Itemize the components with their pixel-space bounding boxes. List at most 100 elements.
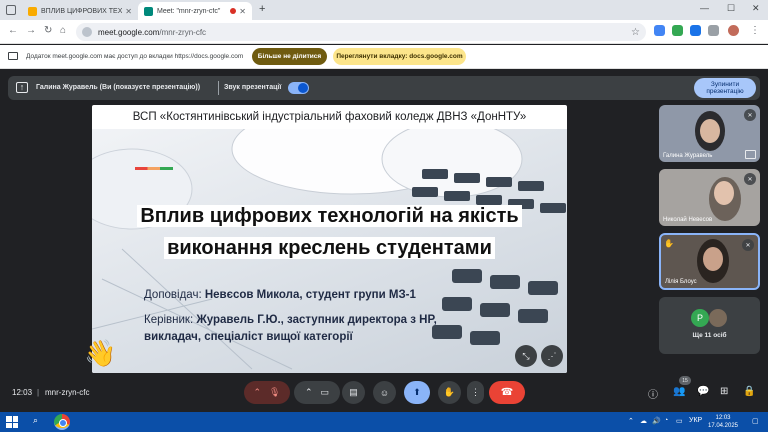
battery-icon[interactable]: ▭ xyxy=(676,417,683,425)
waving-hand-icon: 👋 xyxy=(84,338,117,368)
activities-icon[interactable]: ⊞ xyxy=(720,386,728,397)
reload-icon[interactable]: ↻ xyxy=(44,25,52,36)
windows-taskbar: ⌕ ⌃ ☁ 🔊 ◔ ▭ УКР 12:03 17.04.2025 ▢ xyxy=(0,412,768,432)
back-icon[interactable]: ← xyxy=(8,25,18,36)
participant-face xyxy=(700,119,720,143)
end-call-icon: ☎ xyxy=(500,387,514,398)
presentation-sound-label: Звук презентації xyxy=(224,84,282,91)
meeting-time: 12:03 xyxy=(12,388,33,397)
people-icon[interactable]: 👥 xyxy=(673,386,685,397)
presentation-sound-toggle[interactable] xyxy=(288,82,309,94)
url-bar[interactable]: meet.google.com/mnr-zryn-cfc ☆ xyxy=(76,23,646,41)
stop-sharing-button[interactable]: Більше не ділитися xyxy=(252,48,327,65)
clock-date: 17.04.2025 xyxy=(707,423,739,429)
tab-meet[interactable]: Meet: "mnr-zryn-cfc" ✕ xyxy=(138,2,252,20)
plus-icon[interactable]: + xyxy=(259,3,265,15)
profile-avatar[interactable] xyxy=(728,25,739,36)
extension-icon[interactable] xyxy=(690,25,701,36)
meeting-info-icon[interactable]: ⓘ xyxy=(648,386,658,401)
tray-chevron-icon[interactable]: ⌃ xyxy=(628,417,634,425)
chevron-up-icon[interactable]: ⌃ xyxy=(254,387,262,398)
screen-share-icon xyxy=(8,52,18,60)
captions-icon: ▤ xyxy=(349,387,358,397)
windows-start-icon[interactable] xyxy=(6,416,18,428)
more-participants-label: Ще 11 осіб xyxy=(692,332,727,339)
wifi-icon[interactable]: ◔ xyxy=(664,417,668,424)
raise-hand-button[interactable]: ✋ xyxy=(438,381,461,404)
presentation-bar: ↑ Галина Журавель (Ви (показуєте презент… xyxy=(8,76,760,100)
search-icon[interactable]: ⌕ xyxy=(33,415,38,426)
meeting-code: mnr-zryn-cfc xyxy=(45,388,90,397)
slide-supervisor: Керівник: Журавель Г.Ю., заступник дирек… xyxy=(144,314,437,326)
supervisor-value: Журавель Г.Ю., заступник директора з НР, xyxy=(196,314,437,326)
notifications-icon[interactable]: ▢ xyxy=(752,417,759,425)
close-tab-icon[interactable]: ✕ xyxy=(239,7,246,16)
participant-tile[interactable]: ✕ Галина Журавель xyxy=(659,105,760,162)
meta-divider: | xyxy=(37,388,40,397)
more-menu-icon[interactable]: ⋮ xyxy=(750,25,760,36)
participant-name: Галина Журавель xyxy=(663,153,713,159)
chevron-up-icon[interactable]: ⌃ xyxy=(305,387,313,398)
participant-tile[interactable]: ✕ Николай Невесов xyxy=(659,169,760,226)
speaker-value: Невєсов Микола, студент групи МЗ-1 xyxy=(204,289,416,301)
extension-icon[interactable] xyxy=(672,25,683,36)
chrome-taskbar-icon[interactable] xyxy=(54,414,70,430)
mic-off-icon: ✕ xyxy=(744,109,756,121)
participant-count-badge: 15 xyxy=(679,376,691,385)
toggle-knob xyxy=(298,83,308,93)
tab-title: ВПЛИВ ЦИФРОВИХ ТЕХН… xyxy=(41,7,123,15)
mic-off-icon: ✕ xyxy=(744,173,756,185)
site-info-icon[interactable] xyxy=(82,27,92,37)
address-toolbar: ← → ↻ ⌂ meet.google.com/mnr-zryn-cfc ☆ ⋮ xyxy=(0,20,768,44)
leave-call-button[interactable]: ☎ xyxy=(489,381,525,404)
sharing-message: Додаток meet.google.com має доступ до вк… xyxy=(26,53,244,60)
mic-off-icon: ✕ xyxy=(742,239,754,251)
volume-icon[interactable]: 🔊 xyxy=(652,417,661,425)
sharing-infobar: Додаток meet.google.com має доступ до вк… xyxy=(0,45,768,69)
participant-name: Николай Невесов xyxy=(663,217,713,223)
close-tab-icon[interactable]: ✕ xyxy=(125,7,132,16)
minimize-icon[interactable]: — xyxy=(700,3,709,13)
reactions-button[interactable]: ☺ xyxy=(373,381,396,404)
more-options-button[interactable]: ⋮ xyxy=(467,381,484,404)
present-now-button[interactable]: ⬆ xyxy=(404,381,430,404)
meet-favicon-icon xyxy=(144,6,153,16)
slide-supervisor-line2: викладач, спеціаліст вищої категорії xyxy=(144,331,353,343)
forward-icon[interactable]: → xyxy=(26,25,36,36)
presenter-status: Галина Журавель (Ви (показуєте презентац… xyxy=(36,84,201,91)
microphone-button[interactable]: ⌃ 🎙 xyxy=(244,381,290,404)
clock-time: 12:03 xyxy=(715,415,731,421)
tab-title: Meet: "mnr-zryn-cfc" xyxy=(157,7,221,15)
slide-header: ВСП «Костянтинівський індустріальний фах… xyxy=(132,111,527,123)
bookmark-star-icon[interactable]: ☆ xyxy=(631,27,640,38)
more-participants-tile[interactable]: P Ще 11 осіб xyxy=(659,297,760,354)
participant-avatar: P xyxy=(691,309,709,327)
system-clock[interactable]: 12:03 17.04.2025 xyxy=(703,414,743,430)
switch-tab-button[interactable]: Переглянути вкладку: docs.google.com xyxy=(333,48,466,65)
close-window-icon[interactable]: ✕ xyxy=(752,3,760,14)
camera-icon: ▭ xyxy=(320,387,330,397)
stop-presenting-button[interactable]: Зупинити презентацію xyxy=(694,78,756,98)
extensions-puzzle-icon[interactable] xyxy=(708,25,719,36)
docs-favicon-icon xyxy=(28,6,37,16)
participant-face xyxy=(714,181,734,205)
pin-icon[interactable] xyxy=(745,150,756,159)
home-icon[interactable]: ⌂ xyxy=(60,25,66,36)
participant-face xyxy=(703,247,723,271)
url-host: meet.google.com xyxy=(98,27,160,37)
more-vert-icon: ⋮ xyxy=(471,387,480,397)
keyboard-language[interactable]: УКР xyxy=(689,417,702,424)
captions-button[interactable]: ▤ xyxy=(342,381,365,404)
unpin-icon[interactable]: ⤡ xyxy=(515,345,537,367)
present-icon: ⬆ xyxy=(413,387,421,397)
maximize-icon[interactable]: ☐ xyxy=(727,3,735,14)
camera-button[interactable]: ⌃ ▭ xyxy=(294,381,340,404)
share-icon[interactable]: ⋰ xyxy=(541,345,563,367)
host-controls-icon[interactable]: 🔒 xyxy=(743,386,755,397)
translate-icon[interactable] xyxy=(654,25,665,36)
chat-icon[interactable]: 💬 xyxy=(697,386,709,397)
tab-docs[interactable]: ВПЛИВ ЦИФРОВИХ ТЕХН… ✕ xyxy=(22,2,138,20)
tab-search-icon[interactable] xyxy=(6,5,16,15)
participant-tile[interactable]: ✋ ✕ Лілія Блоус xyxy=(659,233,760,290)
network-icon[interactable]: ☁ xyxy=(640,417,647,425)
